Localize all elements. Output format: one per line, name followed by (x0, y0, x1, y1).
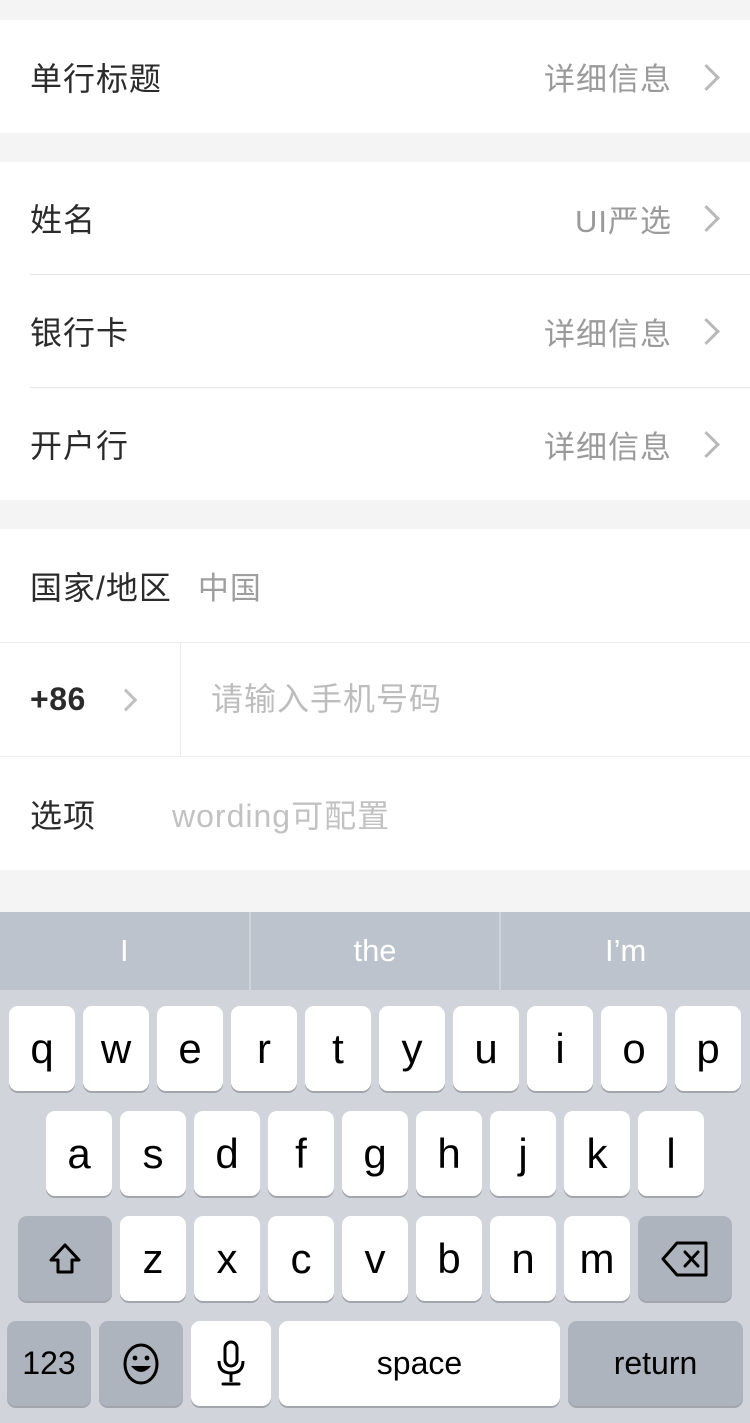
key-b[interactable]: b (416, 1216, 482, 1301)
key-n[interactable]: n (490, 1216, 556, 1301)
suggestion-bar: I the I’m (0, 912, 750, 990)
key-return[interactable]: return (568, 1321, 743, 1406)
key-space[interactable]: space (279, 1321, 560, 1406)
key-t[interactable]: t (305, 1006, 371, 1091)
row-label: 单行标题 (30, 60, 163, 97)
key-numeric-toggle[interactable]: 123 (7, 1321, 91, 1406)
row-label: 银行卡 (30, 315, 130, 351)
key-c[interactable]: c (268, 1216, 334, 1301)
keyboard-row-3: z x c v b n m (0, 1216, 750, 1301)
row-single-title[interactable]: 单行标题 详细信息 (0, 20, 750, 133)
row-label: 国家/地区 (30, 569, 172, 606)
row-name[interactable]: 姓名 UI严选 (0, 162, 750, 274)
chevron-right-icon (694, 64, 720, 90)
virtual-keyboard: I the I’m q w e r t y u i o p a s d f g … (0, 912, 750, 1423)
row-value: 中国 (197, 571, 262, 606)
section-gap-2 (0, 500, 750, 529)
key-z[interactable]: z (120, 1216, 186, 1301)
phone-screen: 单行标题 详细信息 姓名 UI严选 银行卡 详细信息 开户行 详细信息 国家/地… (0, 0, 750, 1423)
row-value: 详细信息 (544, 62, 672, 97)
key-m[interactable]: m (564, 1216, 630, 1301)
row-bank-branch[interactable]: 开户行 详细信息 (0, 388, 750, 500)
key-d[interactable]: d (194, 1111, 260, 1196)
key-g[interactable]: g (342, 1111, 408, 1196)
key-e[interactable]: e (157, 1006, 223, 1091)
row-country-region[interactable]: 国家/地区 中国 (0, 529, 750, 642)
chevron-right-icon (116, 689, 138, 711)
keyboard-row-2: a s d f g h j k l (0, 1111, 750, 1196)
key-s[interactable]: s (120, 1111, 186, 1196)
form-section-phone: 国家/地区 中国 +86 选项 wording可配置 (0, 529, 750, 870)
key-u[interactable]: u (453, 1006, 519, 1091)
keyboard-row-1: q w e r t y u i o p (0, 1006, 750, 1091)
row-option[interactable]: 选项 wording可配置 (0, 757, 750, 870)
key-q[interactable]: q (9, 1006, 75, 1091)
row-bank-card[interactable]: 银行卡 详细信息 (0, 275, 750, 387)
row-label: 开户行 (30, 428, 130, 464)
country-code-value: +86 (30, 681, 86, 717)
country-code-selector[interactable]: +86 (0, 643, 181, 756)
top-gap (0, 0, 750, 20)
key-r[interactable]: r (231, 1006, 297, 1091)
suggestion-item[interactable]: I (0, 912, 249, 990)
row-value: UI严选 (575, 203, 672, 239)
backspace-delete-icon[interactable] (638, 1216, 732, 1301)
row-label: 选项 (30, 797, 97, 834)
microphone-icon[interactable] (191, 1321, 271, 1406)
bottom-gap (0, 870, 750, 916)
key-y[interactable]: y (379, 1006, 445, 1091)
chevron-right-icon (694, 431, 720, 457)
suggestion-item[interactable]: I’m (499, 912, 750, 990)
shift-arrow-up-icon[interactable] (18, 1216, 112, 1301)
key-k[interactable]: k (564, 1111, 630, 1196)
row-value: 详细信息 (544, 316, 672, 352)
suggestion-item[interactable]: the (248, 912, 500, 990)
row-label: 姓名 (30, 202, 97, 238)
row-phone-number: +86 (0, 643, 750, 756)
key-f[interactable]: f (268, 1111, 334, 1196)
key-o[interactable]: o (601, 1006, 667, 1091)
form-section-bank: 姓名 UI严选 银行卡 详细信息 开户行 详细信息 (0, 162, 750, 500)
key-i[interactable]: i (527, 1006, 593, 1091)
keyboard-row-4: 123 space return (0, 1321, 750, 1406)
section-gap-1 (0, 133, 750, 162)
key-x[interactable]: x (194, 1216, 260, 1301)
row-value: 详细信息 (544, 429, 672, 465)
phone-input-wrap[interactable] (181, 643, 750, 756)
chevron-right-icon (694, 205, 720, 231)
key-h[interactable]: h (416, 1111, 482, 1196)
key-v[interactable]: v (342, 1216, 408, 1301)
key-l[interactable]: l (638, 1111, 704, 1196)
key-a[interactable]: a (46, 1111, 112, 1196)
form-area: 单行标题 详细信息 姓名 UI严选 银行卡 详细信息 开户行 详细信息 国家/地… (0, 0, 750, 916)
key-j[interactable]: j (490, 1111, 556, 1196)
key-p[interactable]: p (675, 1006, 741, 1091)
phone-number-input[interactable] (211, 681, 750, 718)
key-w[interactable]: w (83, 1006, 149, 1091)
chevron-right-icon (694, 318, 720, 344)
row-placeholder-value: wording可配置 (172, 797, 391, 834)
emoji-smiley-icon[interactable] (99, 1321, 183, 1406)
form-section-title: 单行标题 详细信息 (0, 20, 750, 133)
keyboard-rows: q w e r t y u i o p a s d f g h j k l z … (0, 990, 750, 1406)
